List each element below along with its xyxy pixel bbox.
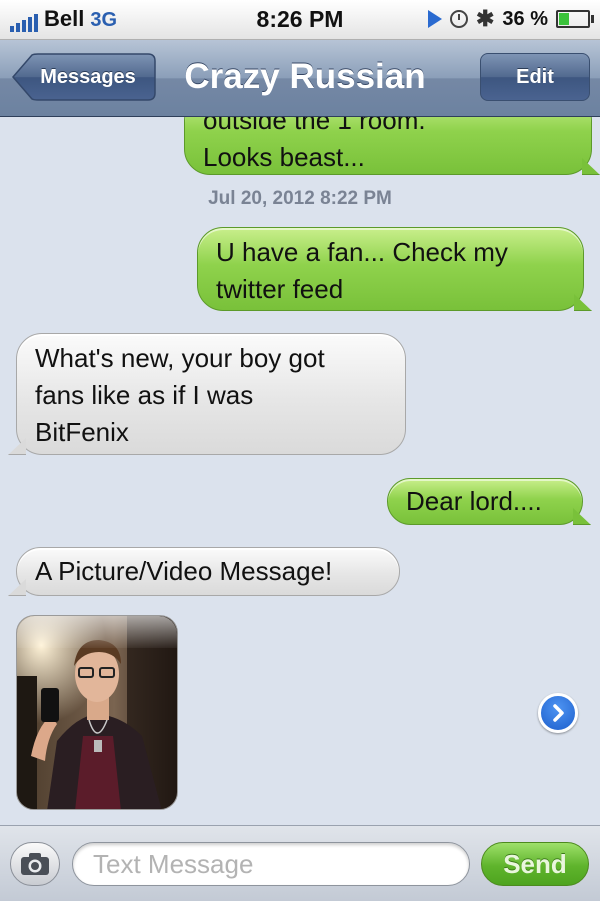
message-line: outside the 1 room. [203, 117, 426, 135]
navigation-bar: Messages Crazy Russian Edit [0, 40, 600, 117]
play-icon [427, 10, 442, 28]
conversation-thread[interactable]: outside the 1 room. Looks beast... Jul 2… [0, 117, 600, 825]
camera-button[interactable] [10, 842, 60, 886]
battery-percent: 36 % [502, 7, 548, 30]
camera-icon [21, 853, 49, 875]
edit-button[interactable]: Edit [480, 53, 590, 101]
battery-level-fill [559, 13, 569, 25]
message-bubble-incoming[interactable]: What's new, your boy got fans like as if… [16, 333, 406, 455]
message-line: BitFenix [35, 417, 129, 447]
message-line: U have a fan... Check my [216, 237, 508, 267]
status-right: ✱ 36 % [427, 6, 594, 32]
status-bar: Bell 3G 8:26 PM ✱ 36 % [0, 0, 600, 40]
send-button[interactable]: Send [481, 842, 589, 886]
bluetooth-icon: ✱ [475, 6, 495, 31]
message-line: What's new, your boy got [35, 343, 325, 373]
message-input-bar: Send [0, 825, 600, 901]
back-button-label: Messages [40, 65, 136, 88]
message-bubble-outgoing[interactable]: U have a fan... Check my twitter feed [197, 227, 584, 311]
photo-image [17, 616, 177, 809]
messages-back-button[interactable]: Messages [12, 53, 156, 101]
chevron-right-circle-icon[interactable] [538, 693, 578, 733]
message-bubble-outgoing[interactable]: outside the 1 room. Looks beast... [184, 117, 592, 175]
message-line: Dear lord.... [406, 486, 542, 516]
message-line: fans like as if I was [35, 380, 254, 410]
battery-icon [556, 10, 594, 28]
mms-photo-thumbnail[interactable] [16, 615, 178, 810]
conversation-title: Crazy Russian [184, 57, 426, 96]
message-line: twitter feed [216, 274, 344, 304]
chevron-right-icon [553, 704, 564, 722]
lock-rotation-icon [449, 10, 468, 28]
message-line: A Picture/Video Message! [35, 556, 333, 586]
text-message-input[interactable] [72, 842, 470, 886]
message-timestamp: Jul 20, 2012 8:22 PM [208, 188, 392, 209]
message-bubble-outgoing[interactable]: Dear lord.... [387, 478, 583, 525]
message-line: Looks beast... [203, 142, 365, 172]
message-bubble-incoming[interactable]: A Picture/Video Message! [16, 547, 400, 596]
